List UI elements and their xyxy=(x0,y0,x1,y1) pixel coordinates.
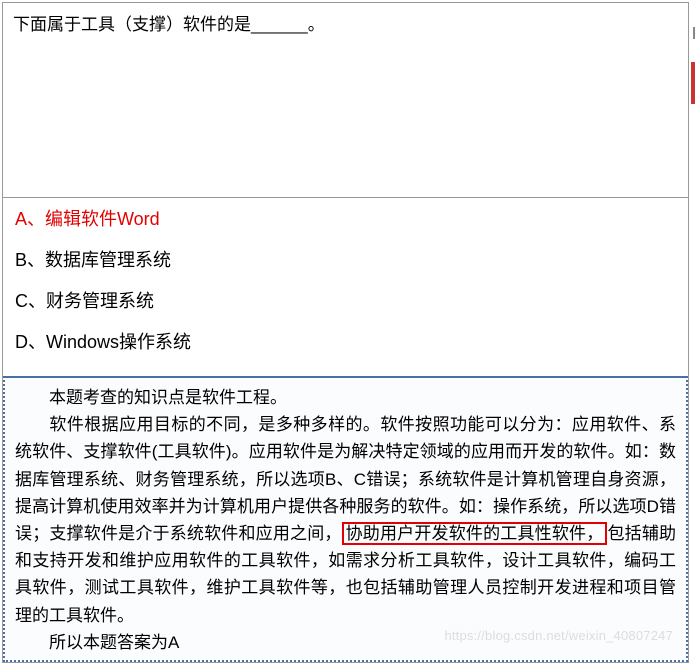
explanation-answer: 所以本题答案为A xyxy=(15,629,676,656)
option-c-text: C、财务管理系统 xyxy=(15,291,154,311)
right-edge-marker xyxy=(691,62,695,104)
option-b: B、数据库管理系统 xyxy=(15,247,676,274)
document-container: 下面属于工具（支撑）软件的是______。 A、编辑软件Word B、数据库管理… xyxy=(2,2,689,663)
explanation-body: 软件根据应用目标的不同，是多种多样的。软件按照功能可以分为：应用软件、系统软件、… xyxy=(15,411,676,629)
option-d: D、Windows操作系统 xyxy=(15,329,676,356)
question-stem: 下面属于工具（支撑）软件的是______。 xyxy=(13,15,325,34)
highlight-box: 协助用户开发软件的工具性软件， xyxy=(342,522,608,545)
option-d-text: D、Windows操作系统 xyxy=(15,332,191,352)
option-a: A、编辑软件Word xyxy=(15,206,676,233)
option-b-text: B、数据库管理系统 xyxy=(15,250,171,270)
explanation-line1: 本题考查的知识点是软件工程。 xyxy=(15,384,676,411)
question-box: 下面属于工具（支撑）软件的是______。 xyxy=(3,3,688,198)
explanation-box: 本题考查的知识点是软件工程。 软件根据应用目标的不同，是多种多样的。软件按照功能… xyxy=(3,376,688,662)
option-a-text: A、编辑软件Word xyxy=(15,209,160,229)
option-c: C、财务管理系统 xyxy=(15,288,676,315)
options-box: A、编辑软件Word B、数据库管理系统 C、财务管理系统 D、Windows操… xyxy=(3,198,688,376)
